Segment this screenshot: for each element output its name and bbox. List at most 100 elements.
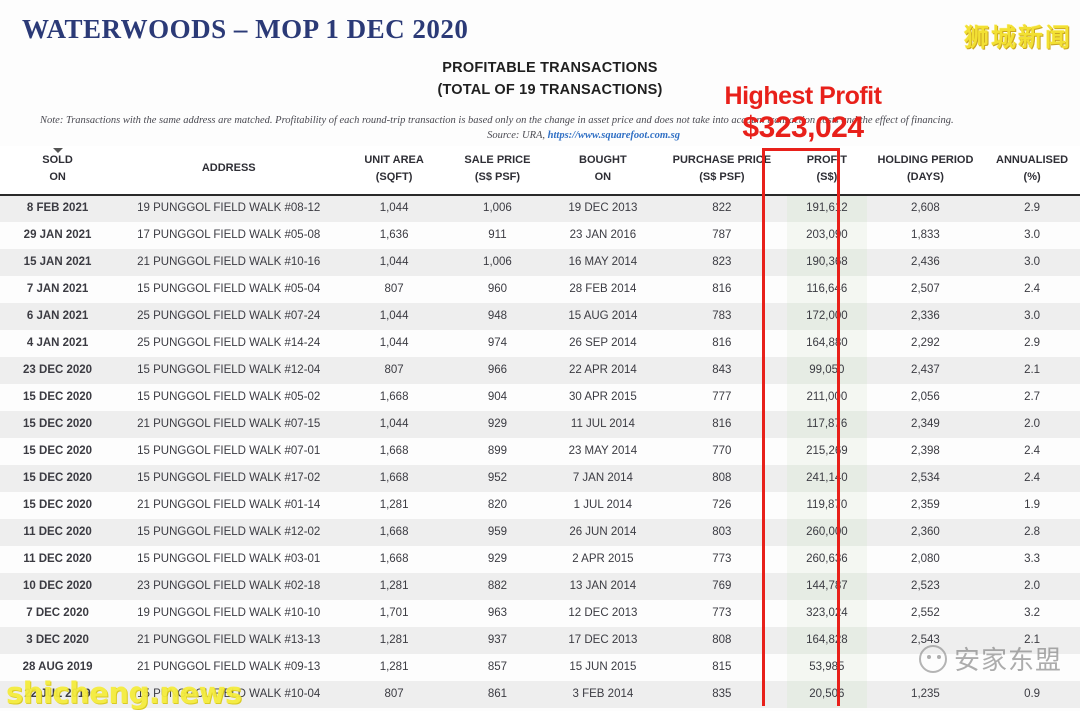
cell-address: 21 PUNGGOL FIELD WALK #01-14 bbox=[115, 492, 343, 519]
cell-annualised: 3.0 bbox=[984, 303, 1080, 330]
cell-profit: 191,612 bbox=[787, 195, 867, 222]
cell-purchase-price: 769 bbox=[656, 573, 788, 600]
cell-purchase-price: 816 bbox=[656, 330, 788, 357]
wechat-logo-icon bbox=[918, 644, 947, 673]
cell-address: 21 PUNGGOL FIELD WALK #07-15 bbox=[115, 411, 343, 438]
table-row: 6 JAN 2021 25 PUNGGOL FIELD WALK #07-24 1,… bbox=[0, 303, 1080, 330]
cell-unit-area: 1,044 bbox=[342, 195, 446, 222]
cell-bought-on: 13 JAN 2014 bbox=[549, 573, 657, 600]
header-purchase-price-line1: PURCHASE PRICE bbox=[672, 154, 772, 166]
cell-holding-period: 1,235 bbox=[866, 681, 985, 708]
cell-unit-area: 1,281 bbox=[342, 627, 446, 654]
cell-holding-period: 2,360 bbox=[866, 519, 985, 546]
cell-bought-on: 7 JAN 2014 bbox=[549, 465, 657, 492]
cell-sold-on: 11 DEC 2020 bbox=[0, 546, 116, 573]
cell-profit: 53,985 bbox=[787, 654, 867, 681]
cell-purchase-price: 816 bbox=[656, 411, 788, 438]
column-header-sold-on[interactable]: SOLD ON bbox=[0, 146, 116, 196]
cell-profit: 116,646 bbox=[787, 276, 867, 303]
cell-address: 15 PUNGGOL FIELD WALK #12-04 bbox=[115, 357, 343, 384]
cell-profit: 190,368 bbox=[787, 249, 867, 276]
cell-address: 15 PUNGGOL FIELD WALK #03-01 bbox=[115, 546, 343, 573]
heading-line-2: (TOTAL OF 19 TRANSACTIONS) bbox=[437, 82, 663, 99]
cell-unit-area: 807 bbox=[342, 276, 446, 303]
cell-address: 21 PUNGGOL FIELD WALK #10-16 bbox=[115, 249, 343, 276]
cell-profit: 215,269 bbox=[787, 438, 867, 465]
header-sale-price-line2: (S$ PSF) bbox=[474, 170, 521, 183]
column-header-sale-price[interactable]: SALE PRICE (S$ PSF) bbox=[445, 146, 550, 196]
table-body: 8 FEB 2021 19 PUNGGOL FIELD WALK #08-12 1,… bbox=[0, 195, 1080, 708]
cell-bought-on: 26 JUN 2014 bbox=[549, 519, 657, 546]
cell-annualised: 3.3 bbox=[984, 546, 1080, 573]
column-header-holding-period[interactable]: HOLDING PERIOD (DAYS) bbox=[866, 146, 985, 196]
cell-unit-area: 1,281 bbox=[342, 573, 446, 600]
watermark-bottom-left: shicheng.news bbox=[6, 676, 242, 710]
cell-holding-period: 2,608 bbox=[866, 195, 985, 222]
cell-sale-price: 1,006 bbox=[445, 249, 550, 276]
cell-holding-period: 2,534 bbox=[866, 465, 985, 492]
cell-unit-area: 1,044 bbox=[342, 330, 446, 357]
cell-annualised: 2.8 bbox=[984, 519, 1080, 546]
header-unit-area-line2: (SQFT) bbox=[375, 170, 413, 183]
cell-profit: 323,024 bbox=[787, 600, 867, 627]
cell-unit-area: 1,701 bbox=[342, 600, 446, 627]
column-header-purchase-price[interactable]: PURCHASE PRICE (S$ PSF) bbox=[656, 146, 788, 196]
cell-sold-on: 7 DEC 2020 bbox=[0, 600, 116, 627]
cell-bought-on: 2 APR 2015 bbox=[549, 546, 657, 573]
cell-profit: 164,880 bbox=[787, 330, 867, 357]
cell-annualised: 1.9 bbox=[984, 492, 1080, 519]
transactions-table: SOLD ON ADDRESS UNIT AREA (SQFT) SALE PR… bbox=[0, 146, 1080, 708]
cell-address: 19 PUNGGOL FIELD WALK #10-10 bbox=[115, 600, 343, 627]
header-sale-price-line1: SALE PRICE bbox=[464, 154, 531, 166]
cell-purchase-price: 816 bbox=[656, 276, 788, 303]
cell-holding-period: 2,080 bbox=[866, 546, 985, 573]
cell-address: 15 PUNGGOL FIELD WALK #12-02 bbox=[115, 519, 343, 546]
cell-bought-on: 19 DEC 2013 bbox=[549, 195, 657, 222]
cell-sold-on: 6 JAN 2021 bbox=[0, 303, 116, 330]
cell-sale-price: 820 bbox=[445, 492, 550, 519]
cell-bought-on: 3 FEB 2014 bbox=[549, 681, 657, 708]
table-row: 29 JAN 2021 17 PUNGGOL FIELD WALK #05-08 1… bbox=[0, 222, 1080, 249]
column-header-profit[interactable]: PROFIT (S$) bbox=[787, 146, 867, 196]
profitable-transactions-heading: PROFITABLE TRANSACTIONS (TOTAL OF 19 TRA… bbox=[430, 57, 670, 102]
header-annualised-line2: (%) bbox=[1023, 170, 1041, 183]
cell-annualised: 3.2 bbox=[984, 600, 1080, 627]
cell-sale-price: 959 bbox=[445, 519, 550, 546]
cell-annualised: 2.9 bbox=[984, 330, 1080, 357]
watermark-bottom-right: 安家东盟 bbox=[918, 640, 1062, 677]
header-profit-line2: (S$) bbox=[816, 170, 838, 183]
cell-purchase-price: 777 bbox=[656, 384, 788, 411]
column-header-address[interactable]: ADDRESS bbox=[115, 146, 343, 196]
cell-bought-on: 15 AUG 2014 bbox=[549, 303, 657, 330]
cell-profit: 241,140 bbox=[787, 465, 867, 492]
page-title: WATERWOODS – MOP 1 DEC 2020 bbox=[22, 14, 469, 44]
cell-sale-price: 911 bbox=[445, 222, 550, 249]
header-holding-period-line2: (DAYS) bbox=[906, 170, 944, 183]
cell-purchase-price: 835 bbox=[656, 681, 788, 708]
cell-bought-on: 16 MAY 2014 bbox=[549, 249, 657, 276]
header-purchase-price-line2: (S$ PSF) bbox=[699, 170, 745, 183]
table-row: 15 DEC 2020 15 PUNGGOL FIELD WALK #07-01 1… bbox=[0, 438, 1080, 465]
column-header-unit-area[interactable]: UNIT AREA (SQFT) bbox=[342, 146, 446, 196]
column-header-bought-on[interactable]: BOUGHT ON bbox=[549, 146, 657, 196]
cell-profit: 172,000 bbox=[787, 303, 867, 330]
cell-annualised: 2.0 bbox=[984, 573, 1080, 600]
cell-sale-price: 857 bbox=[445, 654, 550, 681]
cell-holding-period: 2,359 bbox=[866, 492, 985, 519]
cell-purchase-price: 808 bbox=[656, 465, 788, 492]
header-annualised-line1: ANNUALISED bbox=[996, 154, 1069, 166]
cell-profit: 203,090 bbox=[787, 222, 867, 249]
cell-annualised: 3.0 bbox=[984, 249, 1080, 276]
column-header-annualised[interactable]: ANNUALISED (%) bbox=[984, 146, 1080, 196]
cell-sale-price: 937 bbox=[445, 627, 550, 654]
cell-unit-area: 1,636 bbox=[342, 222, 446, 249]
table-row: 11 DEC 2020 15 PUNGGOL FIELD WALK #03-01 1… bbox=[0, 546, 1080, 573]
cell-sold-on: 15 JAN 2021 bbox=[0, 249, 116, 276]
cell-purchase-price: 787 bbox=[656, 222, 788, 249]
cell-sold-on: 15 DEC 2020 bbox=[0, 465, 116, 492]
cell-sale-price: 929 bbox=[445, 411, 550, 438]
table-row: 15 DEC 2020 21 PUNGGOL FIELD WALK #07-15 1… bbox=[0, 411, 1080, 438]
cell-unit-area: 1,044 bbox=[342, 411, 446, 438]
source-link[interactable]: https://www.squarefoot.com.sg bbox=[548, 130, 680, 141]
cell-address: 15 PUNGGOL FIELD WALK #07-01 bbox=[115, 438, 343, 465]
